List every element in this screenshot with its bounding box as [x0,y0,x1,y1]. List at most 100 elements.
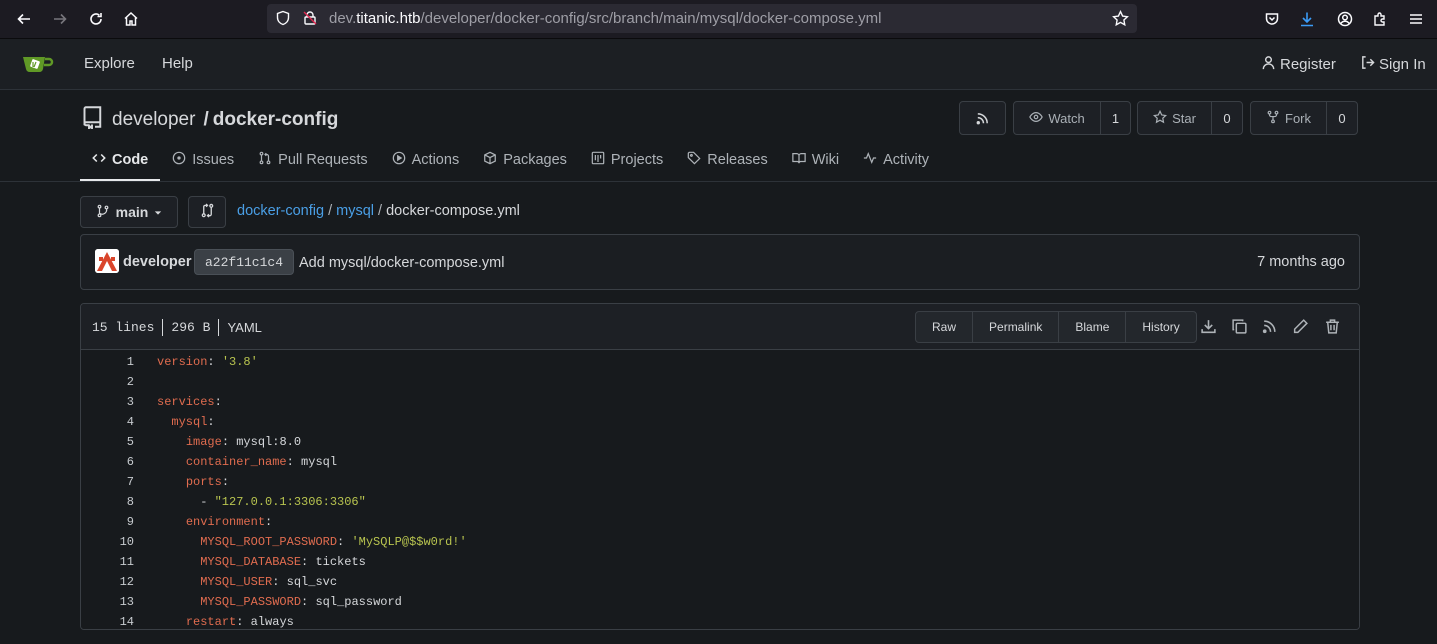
gitea-logo-icon[interactable] [22,51,54,77]
reload-icon[interactable] [84,7,108,31]
tab-wiki-label: Wiki [811,152,840,168]
repo-owner-link[interactable]: developer [112,109,195,131]
home-icon[interactable] [119,7,143,31]
rss-button[interactable] [959,101,1006,135]
fork-count[interactable]: 0 [1326,102,1357,134]
site-header: Explore Help Register Sign In [0,39,1437,90]
breadcrumb-file: docker-compose.yml [386,203,520,219]
watch-count[interactable]: 1 [1100,102,1130,134]
latest-commit: developer a22f11c1c4 Add mysql/docker-co… [80,234,1360,290]
code-line: 8 - "127.0.0.1:3306:3306" [81,492,1359,512]
tab-packages[interactable]: Packages [471,140,579,180]
back-icon[interactable] [12,7,36,31]
repo-title: developer / docker-config [80,105,338,135]
compare-button[interactable] [188,196,226,228]
code-line: 14 restart: always [81,612,1359,629]
lock-insecure-icon[interactable] [302,10,318,26]
tab-actions[interactable]: Actions [380,140,472,180]
blame-button[interactable]: Blame [1059,312,1127,342]
code-line: 13 MYSQL_PASSWORD: sql_password [81,592,1359,612]
branch-dropdown[interactable]: main [80,196,178,228]
code-view: 1 version: '3.8' 2 3 services: 4 mysql: 5 imag… [81,350,1359,629]
caret-down-icon [154,204,162,220]
line-number[interactable]: 8 [81,492,134,512]
line-content: container_name: mysql [185,455,338,469]
account-icon[interactable] [1333,7,1357,31]
extensions-icon[interactable] [1368,7,1392,31]
sign-in-label: Sign In [1379,56,1426,73]
address-bar[interactable]: dev.titanic.htb/developer/docker-config/… [267,4,1137,33]
sign-in-link[interactable]: Sign In [1360,55,1426,74]
breadcrumb-root-link[interactable]: docker-config [237,203,324,219]
branch-name: main [115,204,149,220]
shield-icon[interactable] [275,10,291,26]
package-icon [483,151,497,169]
tab-activity[interactable]: Activity [851,140,941,180]
tab-code-label: Code [112,151,149,168]
tab-activity-label: Activity [883,152,930,168]
rss-icon[interactable] [1261,318,1278,335]
repo-icon [80,105,104,135]
breadcrumb-dir-link[interactable]: mysql [336,203,374,219]
edit-pencil-icon[interactable] [1292,318,1309,335]
watch-button[interactable]: Watch 1 [1013,101,1131,135]
tab-wiki[interactable]: Wiki [780,140,851,180]
url-text[interactable]: dev.titanic.htb/developer/docker-config/… [329,10,881,27]
tab-issues[interactable]: Issues [160,140,246,180]
repo-name-link[interactable]: docker-config [213,109,339,131]
tab-pull-requests[interactable]: Pull Requests [246,140,379,180]
raw-button[interactable]: Raw [916,312,974,342]
copy-icon[interactable] [1231,318,1248,335]
repo-tabs: Code Issues Pull Requests Actions Packag… [80,140,941,181]
bookmark-star-icon[interactable] [1112,9,1129,27]
line-content: version: '3.8' [157,355,258,369]
line-number[interactable]: 5 [81,432,134,452]
line-number[interactable]: 6 [81,452,134,472]
pocket-icon[interactable] [1260,7,1284,31]
history-button[interactable]: History [1126,312,1195,342]
tab-releases[interactable]: Releases [675,140,779,180]
commit-author-link[interactable]: developer [123,254,192,270]
book-icon [791,151,806,169]
permalink-button[interactable]: Permalink [973,312,1060,342]
file-breadcrumb: docker-config / mysql / docker-compose.y… [237,203,520,219]
tab-code[interactable]: Code [80,140,161,181]
avatar[interactable] [95,249,119,273]
downloads-icon[interactable] [1295,7,1319,31]
star-count[interactable]: 0 [1211,102,1242,134]
menu-icon[interactable] [1404,7,1428,31]
tab-projects-label: Projects [610,152,664,168]
line-number[interactable]: 10 [81,532,134,552]
commit-message-link[interactable]: Add mysql/docker-compose.yml [299,255,505,271]
line-number[interactable]: 13 [81,592,134,612]
line-number[interactable]: 12 [81,572,134,592]
register-link[interactable]: Register [1261,55,1336,74]
file-info: 15 lines 296 B YAML [92,319,262,336]
tab-actions-label: Actions [411,152,460,168]
download-icon[interactable] [1200,318,1217,335]
line-number[interactable]: 4 [81,412,134,432]
code-line: 1 version: '3.8' [81,352,1359,372]
line-number[interactable]: 11 [81,552,134,572]
tag-icon [687,151,701,169]
star-button[interactable]: Star 0 [1137,101,1243,135]
line-number[interactable]: 1 [81,352,134,372]
nav-help[interactable]: Help [162,55,193,72]
line-number[interactable]: 2 [81,372,134,392]
code-line: 2 [81,372,1359,392]
pull-request-icon [258,151,272,169]
line-number[interactable]: 3 [81,392,134,412]
watch-label: Watch [1048,110,1085,126]
star-label: Star [1172,110,1196,126]
nav-explore[interactable]: Explore [84,55,135,72]
commit-sha-button[interactable]: a22f11c1c4 [194,249,295,275]
line-number[interactable]: 9 [81,512,134,532]
tab-projects[interactable]: Projects [579,140,675,180]
divider [162,319,164,336]
fork-button[interactable]: Fork 0 [1250,101,1358,135]
forward-icon[interactable] [48,7,72,31]
line-number[interactable]: 7 [81,472,134,492]
line-number[interactable]: 14 [81,612,134,629]
sign-in-icon [1360,55,1375,74]
trash-icon[interactable] [1324,318,1341,335]
